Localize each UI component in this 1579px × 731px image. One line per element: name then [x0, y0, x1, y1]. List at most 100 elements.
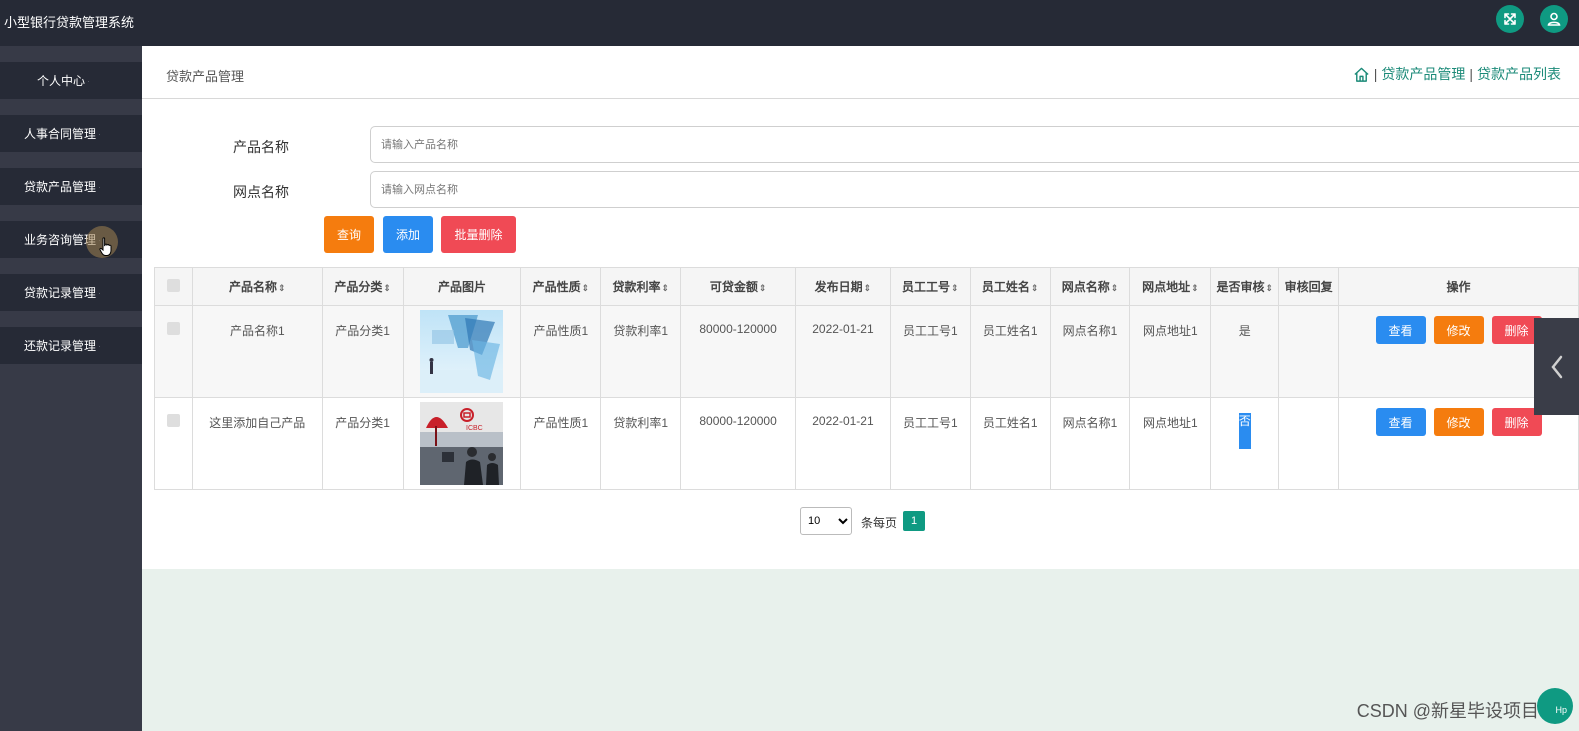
table-row: 这里添加自己产品 产品分类1 ICBC 产品性质1 贷款利率1 80000-12… [154, 397, 1579, 490]
main-content: 贷款产品管理 | 贷款产品管理 | 贷款产品列表 产品名称 网点名称 查询 添加… [142, 46, 1579, 569]
cell-nature: 产品性质1 [520, 397, 602, 490]
top-bar: 小型银行贷款管理系统 [0, 0, 1579, 46]
batch-delete-button[interactable]: 批量删除 [441, 216, 516, 253]
sidebar-item-label: 还款记录管理 [24, 339, 97, 353]
cell-staff-no: 员工工号1 [889, 305, 971, 398]
menu-arrow-icon: · [98, 287, 102, 298]
sidebar-item-label: 业务咨询管理 [24, 233, 97, 247]
column-header-audited[interactable]: 是否审核⇕ [1210, 267, 1280, 306]
sidebar-item-business-consult[interactable]: 业务咨询管理· [0, 221, 142, 258]
cell-staff-name: 员工姓名1 [969, 397, 1051, 490]
column-header-amount[interactable]: 可贷金额⇕ [680, 267, 797, 306]
menu-arrow-icon: · [98, 181, 102, 192]
sidebar-item-repayment-record[interactable]: 还款记录管理 · [0, 327, 142, 364]
sort-icon: ⇕ [758, 283, 767, 293]
sidebar-item-label: 贷款产品管理 [24, 180, 97, 194]
add-button[interactable]: 添加 [383, 216, 433, 253]
user-icon [1547, 12, 1561, 26]
column-header-staff-no[interactable]: 员工工号⇕ [889, 267, 971, 306]
svg-text:ICBC: ICBC [466, 425, 483, 432]
sort-icon: ⇕ [1030, 283, 1039, 293]
view-button[interactable]: 查看 [1375, 316, 1426, 344]
page-header: 贷款产品管理 | 贷款产品管理 | 贷款产品列表 [142, 46, 1579, 99]
column-header-product-name[interactable]: 产品名称⇕ [191, 267, 323, 306]
column-header-date[interactable]: 发布日期⇕ [795, 267, 891, 306]
menu-arrow-icon: · [98, 340, 102, 351]
per-page-label: 条每页 [861, 516, 898, 530]
product-image[interactable] [420, 310, 504, 393]
sort-icon: ⇕ [581, 283, 590, 293]
sort-icon: ⇕ [383, 283, 391, 293]
view-button[interactable]: 查看 [1375, 408, 1426, 436]
branch-name-label: 网点名称 [233, 184, 289, 200]
row-checkbox[interactable] [166, 414, 180, 427]
cell-reply [1278, 305, 1340, 398]
product-image[interactable]: ICBC [420, 402, 504, 485]
sort-icon: ⇕ [1191, 283, 1199, 293]
edit-button[interactable]: 修改 [1433, 408, 1484, 436]
cell-amount: 80000-120000 [680, 397, 797, 490]
collapse-panel-button[interactable] [1534, 318, 1579, 415]
sort-icon: ⇕ [1265, 283, 1274, 293]
cell-branch: 网点名称1 [1049, 397, 1131, 490]
sidebar-item-hr-contract[interactable]: 人事合同管理 · [0, 115, 142, 152]
column-header-staff-name[interactable]: 员工姓名⇕ [969, 267, 1051, 306]
row-checkbox[interactable] [166, 322, 180, 335]
column-header-rate[interactable]: 贷款利率⇕ [600, 267, 682, 306]
sidebar-item-label: 个人中心 [37, 74, 86, 88]
cell-address: 网点地址1 [1129, 397, 1212, 490]
table-header-row: 产品名称⇕ 产品分类⇕ 产品图片 产品性质⇕ 贷款利率⇕ 可贷金额⇕ 发布日期⇕… [154, 267, 1579, 306]
breadcrumb: | 贷款产品管理 | 贷款产品列表 [1353, 64, 1561, 84]
sort-icon: ⇕ [278, 283, 286, 293]
branch-name-input[interactable] [370, 171, 1579, 208]
cell-reply [1278, 397, 1340, 490]
column-header-branch[interactable]: 网点名称⇕ [1049, 267, 1131, 306]
fullscreen-button[interactable] [1496, 5, 1524, 33]
product-name-input[interactable] [370, 126, 1579, 163]
sidebar-item-label: 贷款记录管理 [24, 286, 97, 300]
row-select-cell[interactable] [154, 305, 193, 398]
breadcrumb-separator: | [1469, 66, 1473, 82]
edit-button[interactable]: 修改 [1433, 316, 1484, 344]
breadcrumb-product-list: 贷款产品列表 [1477, 66, 1561, 82]
cell-date: 2022-01-21 [795, 305, 891, 398]
user-button[interactable] [1540, 5, 1568, 33]
page-number-1[interactable]: 1 [903, 511, 925, 531]
column-header-nature[interactable]: 产品性质⇕ [520, 267, 602, 306]
app-title: 小型银行贷款管理系统 [4, 15, 135, 30]
sidebar-item-label: 人事合同管理 [24, 127, 97, 141]
breadcrumb-loan-product[interactable]: 贷款产品管理 [1381, 64, 1465, 84]
cell-address: 网点地址1 [1129, 305, 1212, 398]
sidebar: 个人中心· 人事合同管理· 贷款产品管理· 业务咨询管理· 贷款记录管理· 还款… [0, 46, 142, 731]
expand-icon [1504, 13, 1516, 25]
select-all-header[interactable] [154, 267, 193, 306]
column-header-category[interactable]: 产品分类⇕ [321, 267, 404, 306]
cell-rate: 贷款利率1 [600, 305, 682, 398]
sidebar-item-loan-record[interactable]: 贷款记录管理 · [0, 274, 142, 311]
column-header-image: 产品图片 [402, 267, 522, 306]
watermark: CSDN @新星毕设项目 [1356, 701, 1539, 721]
query-button[interactable]: 查询 [324, 216, 374, 253]
row-select-cell[interactable] [154, 397, 193, 490]
chevron-left-icon [1550, 355, 1562, 378]
cell-date: 2022-01-21 [795, 397, 891, 490]
sidebar-item-loan-product[interactable]: 贷款产品管理 · [0, 168, 142, 205]
cell-product-name: 这里添加自己产品 [191, 397, 323, 490]
audit-status-badge: 否 [1238, 413, 1251, 449]
cell-staff-name: 员工姓名1 [969, 305, 1051, 398]
hand-cursor-icon [99, 237, 112, 256]
cell-audited: 否 [1210, 397, 1280, 490]
column-header-address[interactable]: 网点地址⇕ [1129, 267, 1212, 306]
sort-icon: ⇕ [1110, 283, 1119, 293]
home-icon[interactable] [1353, 66, 1370, 83]
menu-arrow-icon: · [87, 75, 91, 86]
cell-branch: 网点名称1 [1049, 305, 1131, 398]
cell-image [402, 305, 522, 398]
column-header-actions: 操作 [1338, 267, 1579, 306]
page-size-select[interactable]: 10 [800, 507, 852, 535]
help-button[interactable]: Hp [1537, 688, 1573, 724]
sidebar-item-personal-center[interactable]: 个人中心 · [0, 62, 142, 99]
cell-audited: 是 [1210, 305, 1280, 398]
product-table: 产品名称⇕ 产品分类⇕ 产品图片 产品性质⇕ 贷款利率⇕ 可贷金额⇕ 发布日期⇕… [154, 267, 1579, 490]
select-all-checkbox[interactable] [166, 278, 180, 292]
